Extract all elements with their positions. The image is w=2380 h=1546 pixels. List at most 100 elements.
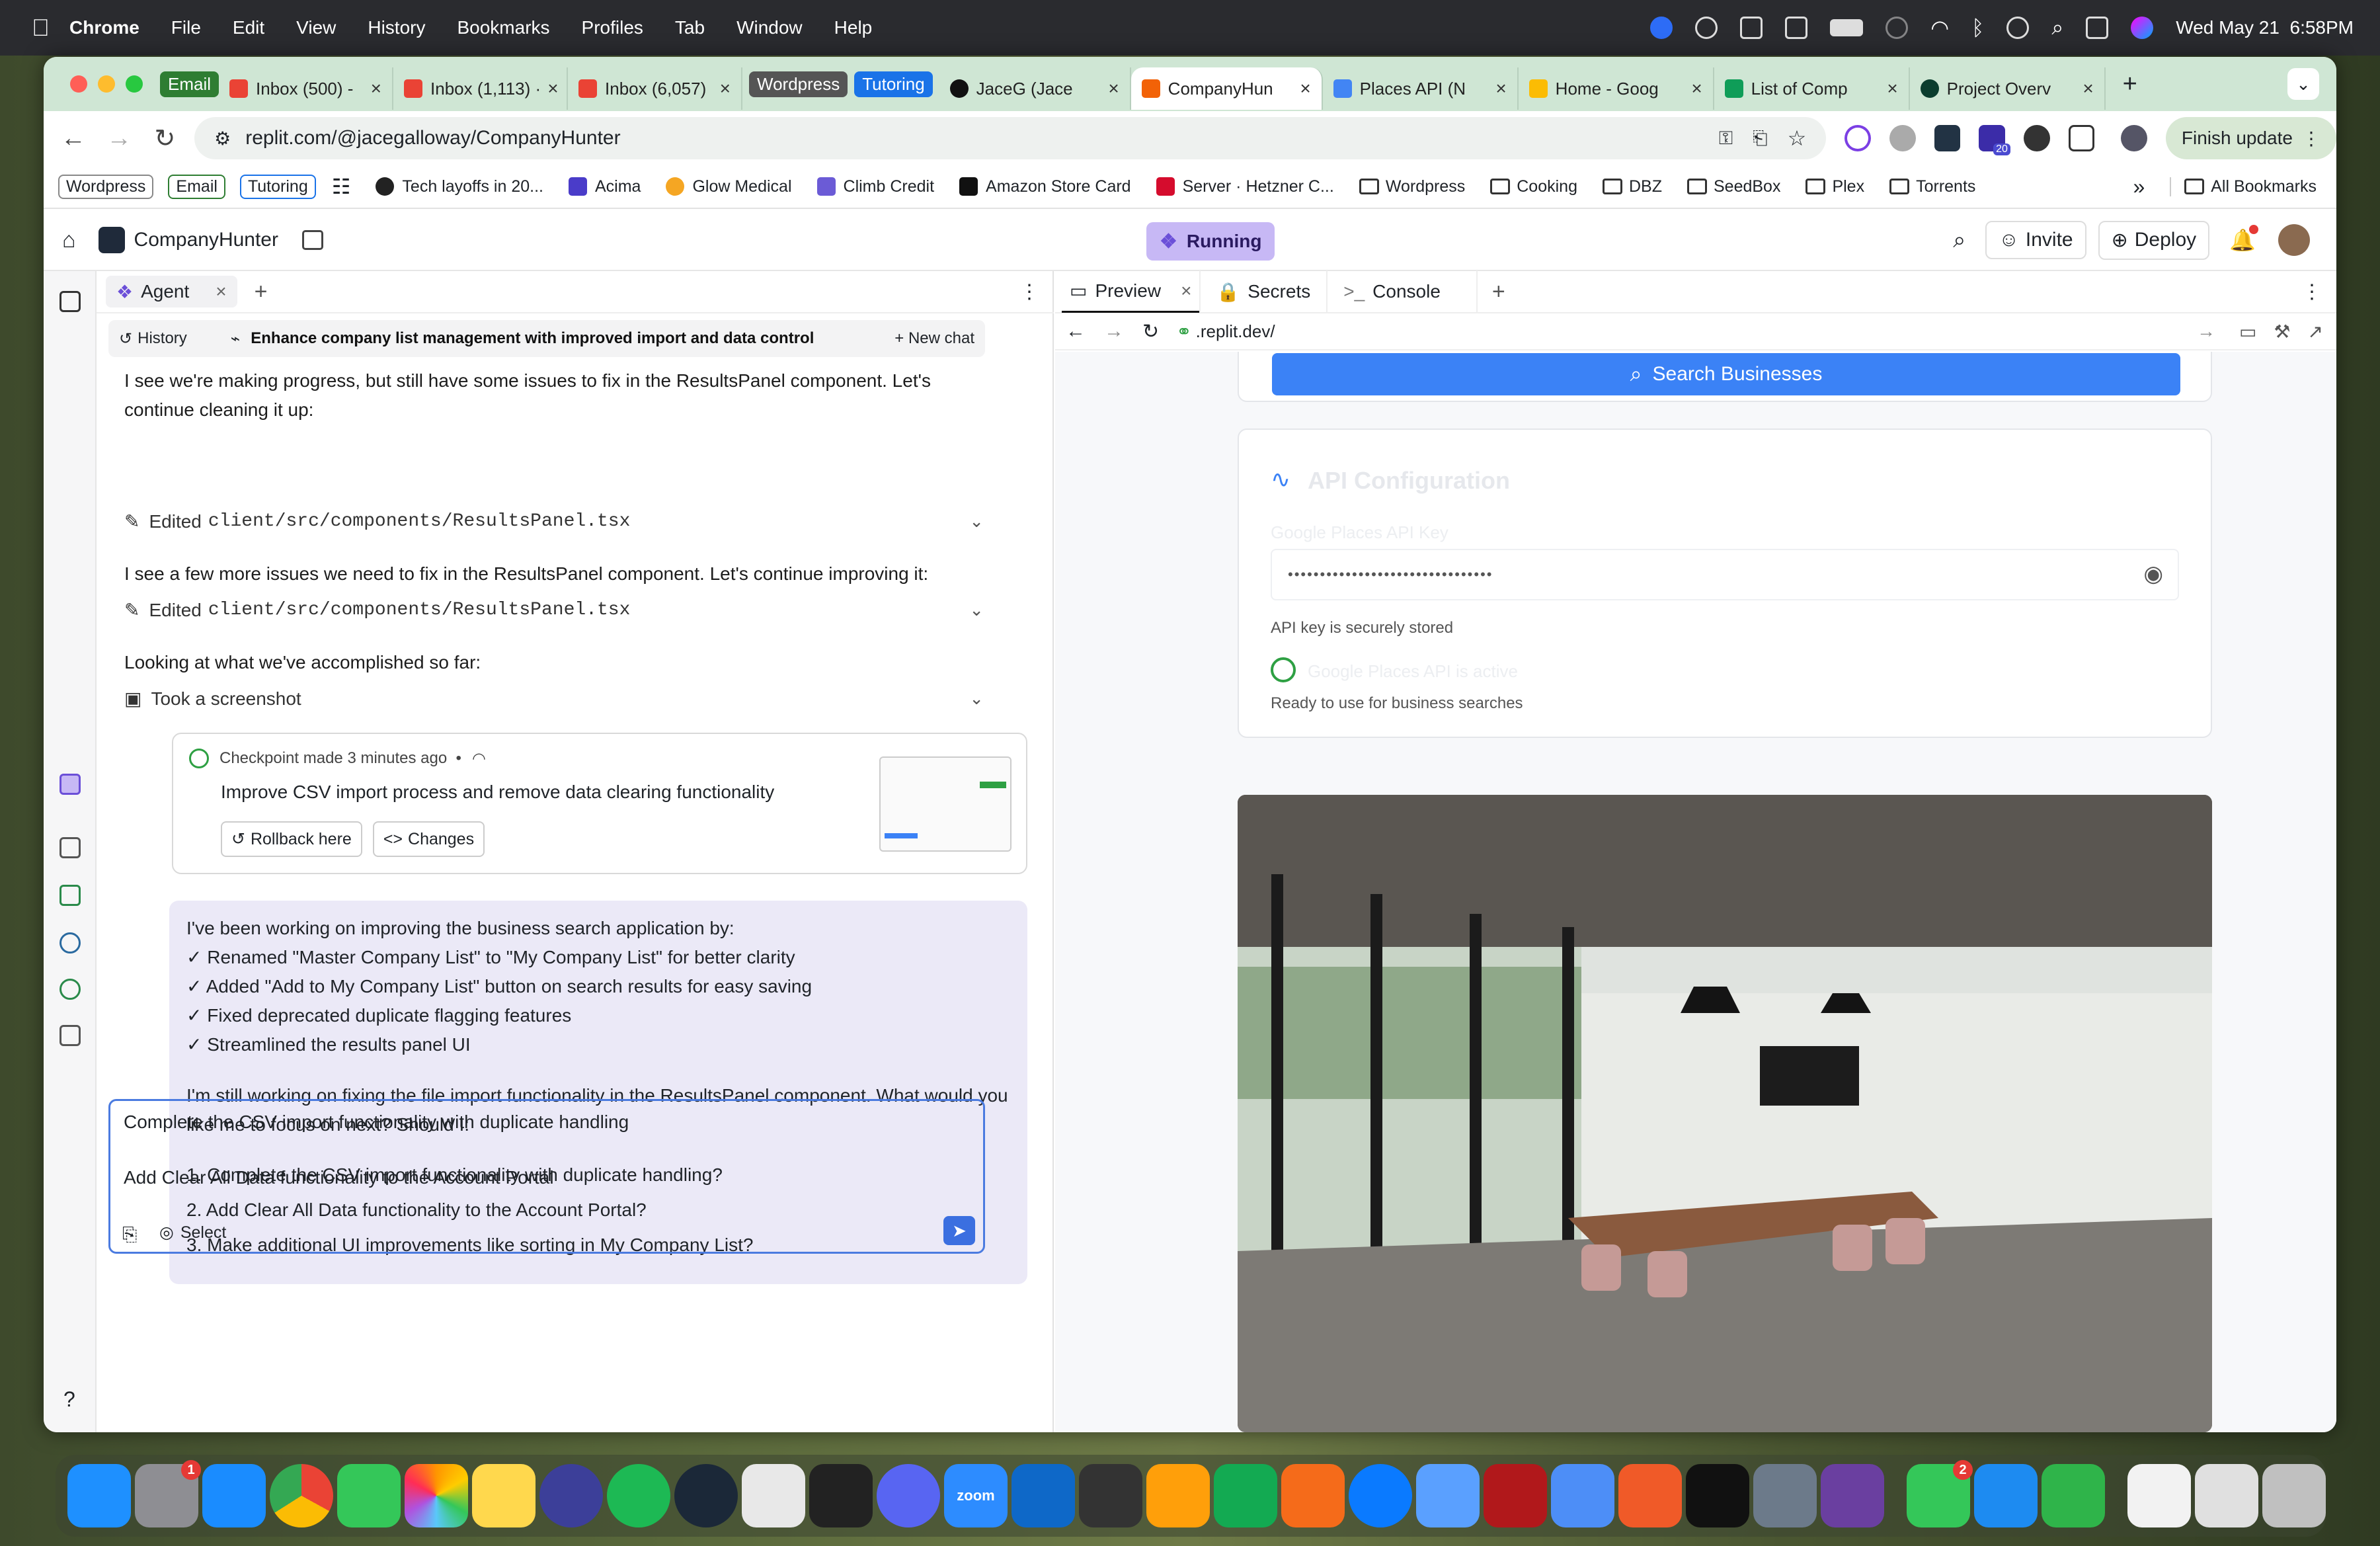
tab-google-drive[interactable]: Home - Goog ×: [1519, 67, 1714, 110]
simulator-icon[interactable]: [1974, 1464, 2038, 1527]
steam-icon[interactable]: [674, 1464, 738, 1527]
chevron-down-icon[interactable]: ⌄: [969, 688, 984, 709]
zoom-status-icon[interactable]: [1650, 17, 1673, 39]
tab-project-overview[interactable]: Project Overv ×: [1910, 67, 2106, 110]
site-info-icon[interactable]: ⚙: [214, 128, 231, 149]
open-new-window-icon[interactable]: ↗: [2308, 321, 2323, 343]
control-center-icon[interactable]: [2086, 17, 2109, 39]
project-settings-icon[interactable]: [301, 230, 323, 250]
extension-blocker-icon[interactable]: [1844, 125, 1871, 151]
preview-tool-icon[interactable]: [60, 837, 81, 858]
go-arrow-icon[interactable]: →: [2197, 321, 2215, 342]
eye-icon[interactable]: ◉: [2143, 561, 2163, 587]
utility-app-icon[interactable]: [1753, 1464, 1817, 1527]
console-tool-icon[interactable]: [60, 885, 81, 906]
extensions-puzzle-icon[interactable]: [2068, 125, 2095, 151]
menu-profiles[interactable]: Profiles: [582, 17, 643, 38]
messages-icon[interactable]: [337, 1464, 401, 1527]
screenshot-action-row[interactable]: ▣ Took a screenshot ⌄: [124, 688, 984, 710]
new-chat-button[interactable]: + New chat: [894, 329, 974, 348]
spotify-icon[interactable]: [607, 1464, 670, 1527]
api-key-input[interactable]: •••••••••••••••••••••••••••••••• ◉: [1271, 549, 2179, 600]
tab-companyhunter[interactable]: CompanyHun ×: [1130, 67, 1323, 110]
key-icon[interactable]: ⚿: [1719, 128, 1733, 149]
tab-gmail-2[interactable]: Inbox (1,113) · ×: [393, 67, 569, 110]
send-button[interactable]: ➤: [943, 1216, 975, 1245]
rollback-button[interactable]: ↺ Rollback here: [221, 821, 362, 857]
add-tab-button[interactable]: +: [255, 279, 268, 305]
edit-action-row[interactable]: ✎ Edited client/src/components/ResultsPa…: [124, 599, 984, 621]
tab-preview[interactable]: ▭ Preview ×: [1062, 270, 1200, 313]
tab-console[interactable]: >_ Console: [1326, 270, 1478, 313]
bookmark-glow-medical[interactable]: Glow Medical: [666, 177, 792, 196]
chevron-down-icon[interactable]: ⌄: [969, 600, 984, 620]
chevron-down-icon[interactable]: ⌄: [969, 511, 984, 532]
bookmark-amazon[interactable]: Amazon Store Card: [959, 177, 1131, 196]
menu-window[interactable]: Window: [736, 17, 803, 38]
siri-icon[interactable]: [2131, 17, 2154, 39]
extension-dark-icon[interactable]: [1934, 125, 1961, 151]
invite-button[interactable]: ☺ Invite: [1985, 221, 2086, 259]
add-tab-button[interactable]: +: [1492, 279, 1505, 305]
bookmark-hetzner[interactable]: Server · Hetzner C...: [1156, 177, 1334, 196]
bookmark-star-icon[interactable]: ☆: [1788, 126, 1807, 151]
extension-gray-icon[interactable]: [1889, 125, 1916, 151]
back-button[interactable]: ←: [50, 124, 96, 153]
discord-icon[interactable]: [877, 1464, 940, 1527]
notes-icon[interactable]: [472, 1464, 536, 1527]
tab-group-tutoring[interactable]: Tutoring: [854, 71, 933, 97]
bookmarks-overflow-button[interactable]: »: [2133, 175, 2145, 199]
deployments-icon[interactable]: [60, 979, 81, 1000]
photos-icon[interactable]: [405, 1464, 468, 1527]
all-tools-icon[interactable]: [60, 1025, 81, 1046]
panel-menu-icon[interactable]: ⋮: [2302, 280, 2322, 304]
menu-bookmarks[interactable]: Bookmarks: [457, 17, 549, 38]
trash-icon[interactable]: [2262, 1464, 2326, 1527]
close-icon[interactable]: ×: [541, 78, 558, 99]
claude-icon[interactable]: [1618, 1464, 1682, 1527]
facetime-icon[interactable]: 2: [1907, 1460, 1973, 1527]
finish-update-button[interactable]: Finish update ⋮: [2165, 117, 2336, 159]
bookmark-acima[interactable]: Acima: [568, 177, 641, 196]
slack-icon[interactable]: [742, 1464, 805, 1527]
home-icon[interactable]: ⌂: [62, 227, 76, 253]
now-playing-icon[interactable]: [2006, 17, 2030, 39]
forward-button[interactable]: →: [96, 124, 141, 153]
apple-icon[interactable]: : [32, 14, 50, 42]
bookmark-folder-plex[interactable]: Plex: [1805, 177, 1864, 196]
all-bookmarks-folder[interactable]: All Bookmarks: [2170, 177, 2317, 196]
drive-icon[interactable]: [1785, 17, 1808, 39]
help-icon[interactable]: ?: [63, 1387, 75, 1412]
bookmark-climb-credit[interactable]: Climb Credit: [816, 177, 934, 196]
agent-tool-icon[interactable]: [60, 774, 81, 795]
install-icon[interactable]: ⎗: [1753, 128, 1767, 149]
app-store-icon[interactable]: [202, 1464, 266, 1527]
deploy-button[interactable]: ⊕ Deploy: [2098, 220, 2210, 260]
wifi-icon[interactable]: ◠: [1930, 15, 1949, 40]
profile-avatar[interactable]: [2121, 125, 2147, 151]
bookmark-folder-wordpress[interactable]: Wordpress: [1359, 177, 1465, 196]
terminal-app-icon[interactable]: [809, 1464, 873, 1527]
chat-title[interactable]: Enhance company list management with imp…: [251, 329, 814, 348]
database-icon[interactable]: [60, 932, 81, 954]
devtools-icon[interactable]: ⚒: [2274, 321, 2290, 343]
pen-app-icon[interactable]: [1281, 1464, 1345, 1527]
user-avatar[interactable]: [2278, 224, 2310, 256]
mirror-app-icon[interactable]: [1146, 1464, 1210, 1527]
omnibox-url[interactable]: replit.com/@jacegalloway/CompanyHunter: [245, 127, 620, 149]
spotlight-icon[interactable]: ⌕: [2051, 15, 2063, 40]
launchpad-icon[interactable]: [539, 1464, 603, 1527]
tab-search-button[interactable]: ⌄: [2287, 68, 2319, 100]
finder-icon[interactable]: [67, 1464, 131, 1527]
bookmark-tag-wordpress[interactable]: Wordpress: [58, 174, 154, 199]
extension-badge-icon[interactable]: 20: [1979, 125, 2010, 155]
search-icon[interactable]: ⌕: [1953, 227, 1965, 253]
chatgpt-icon[interactable]: [1686, 1464, 1749, 1527]
chrome-icon[interactable]: [270, 1464, 333, 1527]
close-icon[interactable]: ×: [1880, 78, 1897, 99]
tab-group-wordpress[interactable]: Wordpress: [749, 71, 848, 97]
run-status-button[interactable]: ❖ Running: [1146, 222, 1275, 261]
bookmark-folder-cooking[interactable]: Cooking: [1490, 177, 1577, 196]
extension-vpn-icon[interactable]: [2023, 125, 2050, 151]
devices-icon[interactable]: ▭: [2239, 321, 2256, 343]
